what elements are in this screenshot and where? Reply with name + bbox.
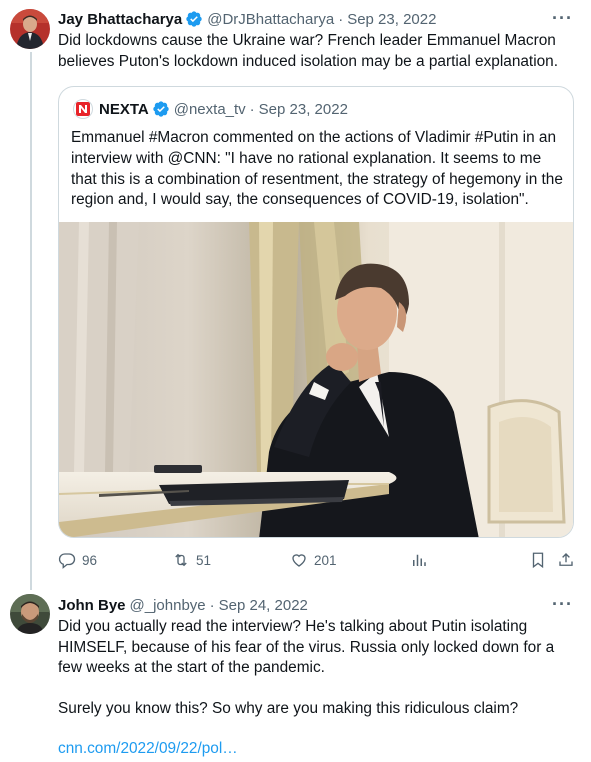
- quote-author-name: NEXTA: [99, 100, 149, 118]
- quote-date: Sep 23, 2022: [258, 100, 348, 118]
- more-icon[interactable]: ···: [552, 594, 573, 615]
- more-icon[interactable]: ···: [552, 8, 573, 29]
- author-name[interactable]: Jay Bhattacharya: [58, 11, 182, 28]
- quote-text: Emmanuel #Macron commented on the action…: [71, 129, 563, 209]
- tweet-text: Did lockdowns cause the Ukraine war? Fre…: [58, 32, 559, 70]
- tweet-header: Jay Bhattacharya @DrJBhattacharya · Sep …: [58, 9, 436, 29]
- verified-icon: [153, 101, 169, 117]
- reply-icon: [58, 553, 76, 569]
- tweet-header: John Bye @_johnbye · Sep 24, 2022: [58, 595, 308, 615]
- analytics-icon: [413, 554, 426, 566]
- quote-header: NEXTA @nexta_tv · Sep 23, 2022: [73, 99, 348, 119]
- verified-icon: [186, 11, 202, 27]
- share-button[interactable]: [557, 551, 581, 569]
- author-handle[interactable]: @DrJBhattacharya: [207, 11, 334, 28]
- tweet-jay[interactable]: Jay Bhattacharya @DrJBhattacharya · Sep …: [0, 0, 591, 590]
- like-icon: [292, 554, 306, 567]
- quote-photo[interactable]: [59, 222, 574, 538]
- thread-line: [30, 52, 32, 590]
- tweet-date[interactable]: Sep 23, 2022: [347, 11, 436, 28]
- tweet-text-2: Surely you know this? So why are you mak…: [58, 700, 519, 717]
- separator-dot: ·: [338, 10, 344, 28]
- bookmark-button[interactable]: [529, 551, 553, 569]
- tweet-actions: 96 51 201: [58, 551, 578, 573]
- like-count: 201: [314, 552, 337, 568]
- retweet-icon: [175, 553, 187, 567]
- tweet-john[interactable]: John Bye @_johnbye · Sep 24, 2022 ··· Di…: [0, 590, 591, 762]
- like-button[interactable]: 201: [290, 551, 337, 569]
- retweet-button[interactable]: 51: [172, 551, 211, 569]
- nexta-avatar: [73, 99, 93, 119]
- separator-dot: ·: [209, 596, 215, 614]
- bookmark-icon: [532, 552, 544, 569]
- tweet-date[interactable]: Sep 24, 2022: [219, 597, 308, 614]
- tweet-text: Did you actually read the interview? He'…: [58, 618, 555, 676]
- analytics-button[interactable]: [410, 551, 434, 569]
- reply-button[interactable]: 96: [58, 551, 97, 569]
- author-handle[interactable]: @_johnbye: [130, 597, 206, 614]
- avatar-jay[interactable]: [10, 9, 50, 49]
- separator-dot: ·: [249, 100, 255, 118]
- tweet-link[interactable]: cnn.com/2022/09/22/pol…: [58, 739, 578, 760]
- author-name[interactable]: John Bye: [58, 597, 126, 614]
- share-icon: [559, 553, 573, 566]
- avatar-john[interactable]: [10, 594, 50, 634]
- reply-count: 96: [82, 552, 98, 568]
- quote-author-handle: @nexta_tv: [173, 100, 246, 118]
- quoted-tweet[interactable]: NEXTA @nexta_tv · Sep 23, 2022 Emmanuel …: [58, 86, 574, 538]
- retweet-count: 51: [196, 552, 212, 568]
